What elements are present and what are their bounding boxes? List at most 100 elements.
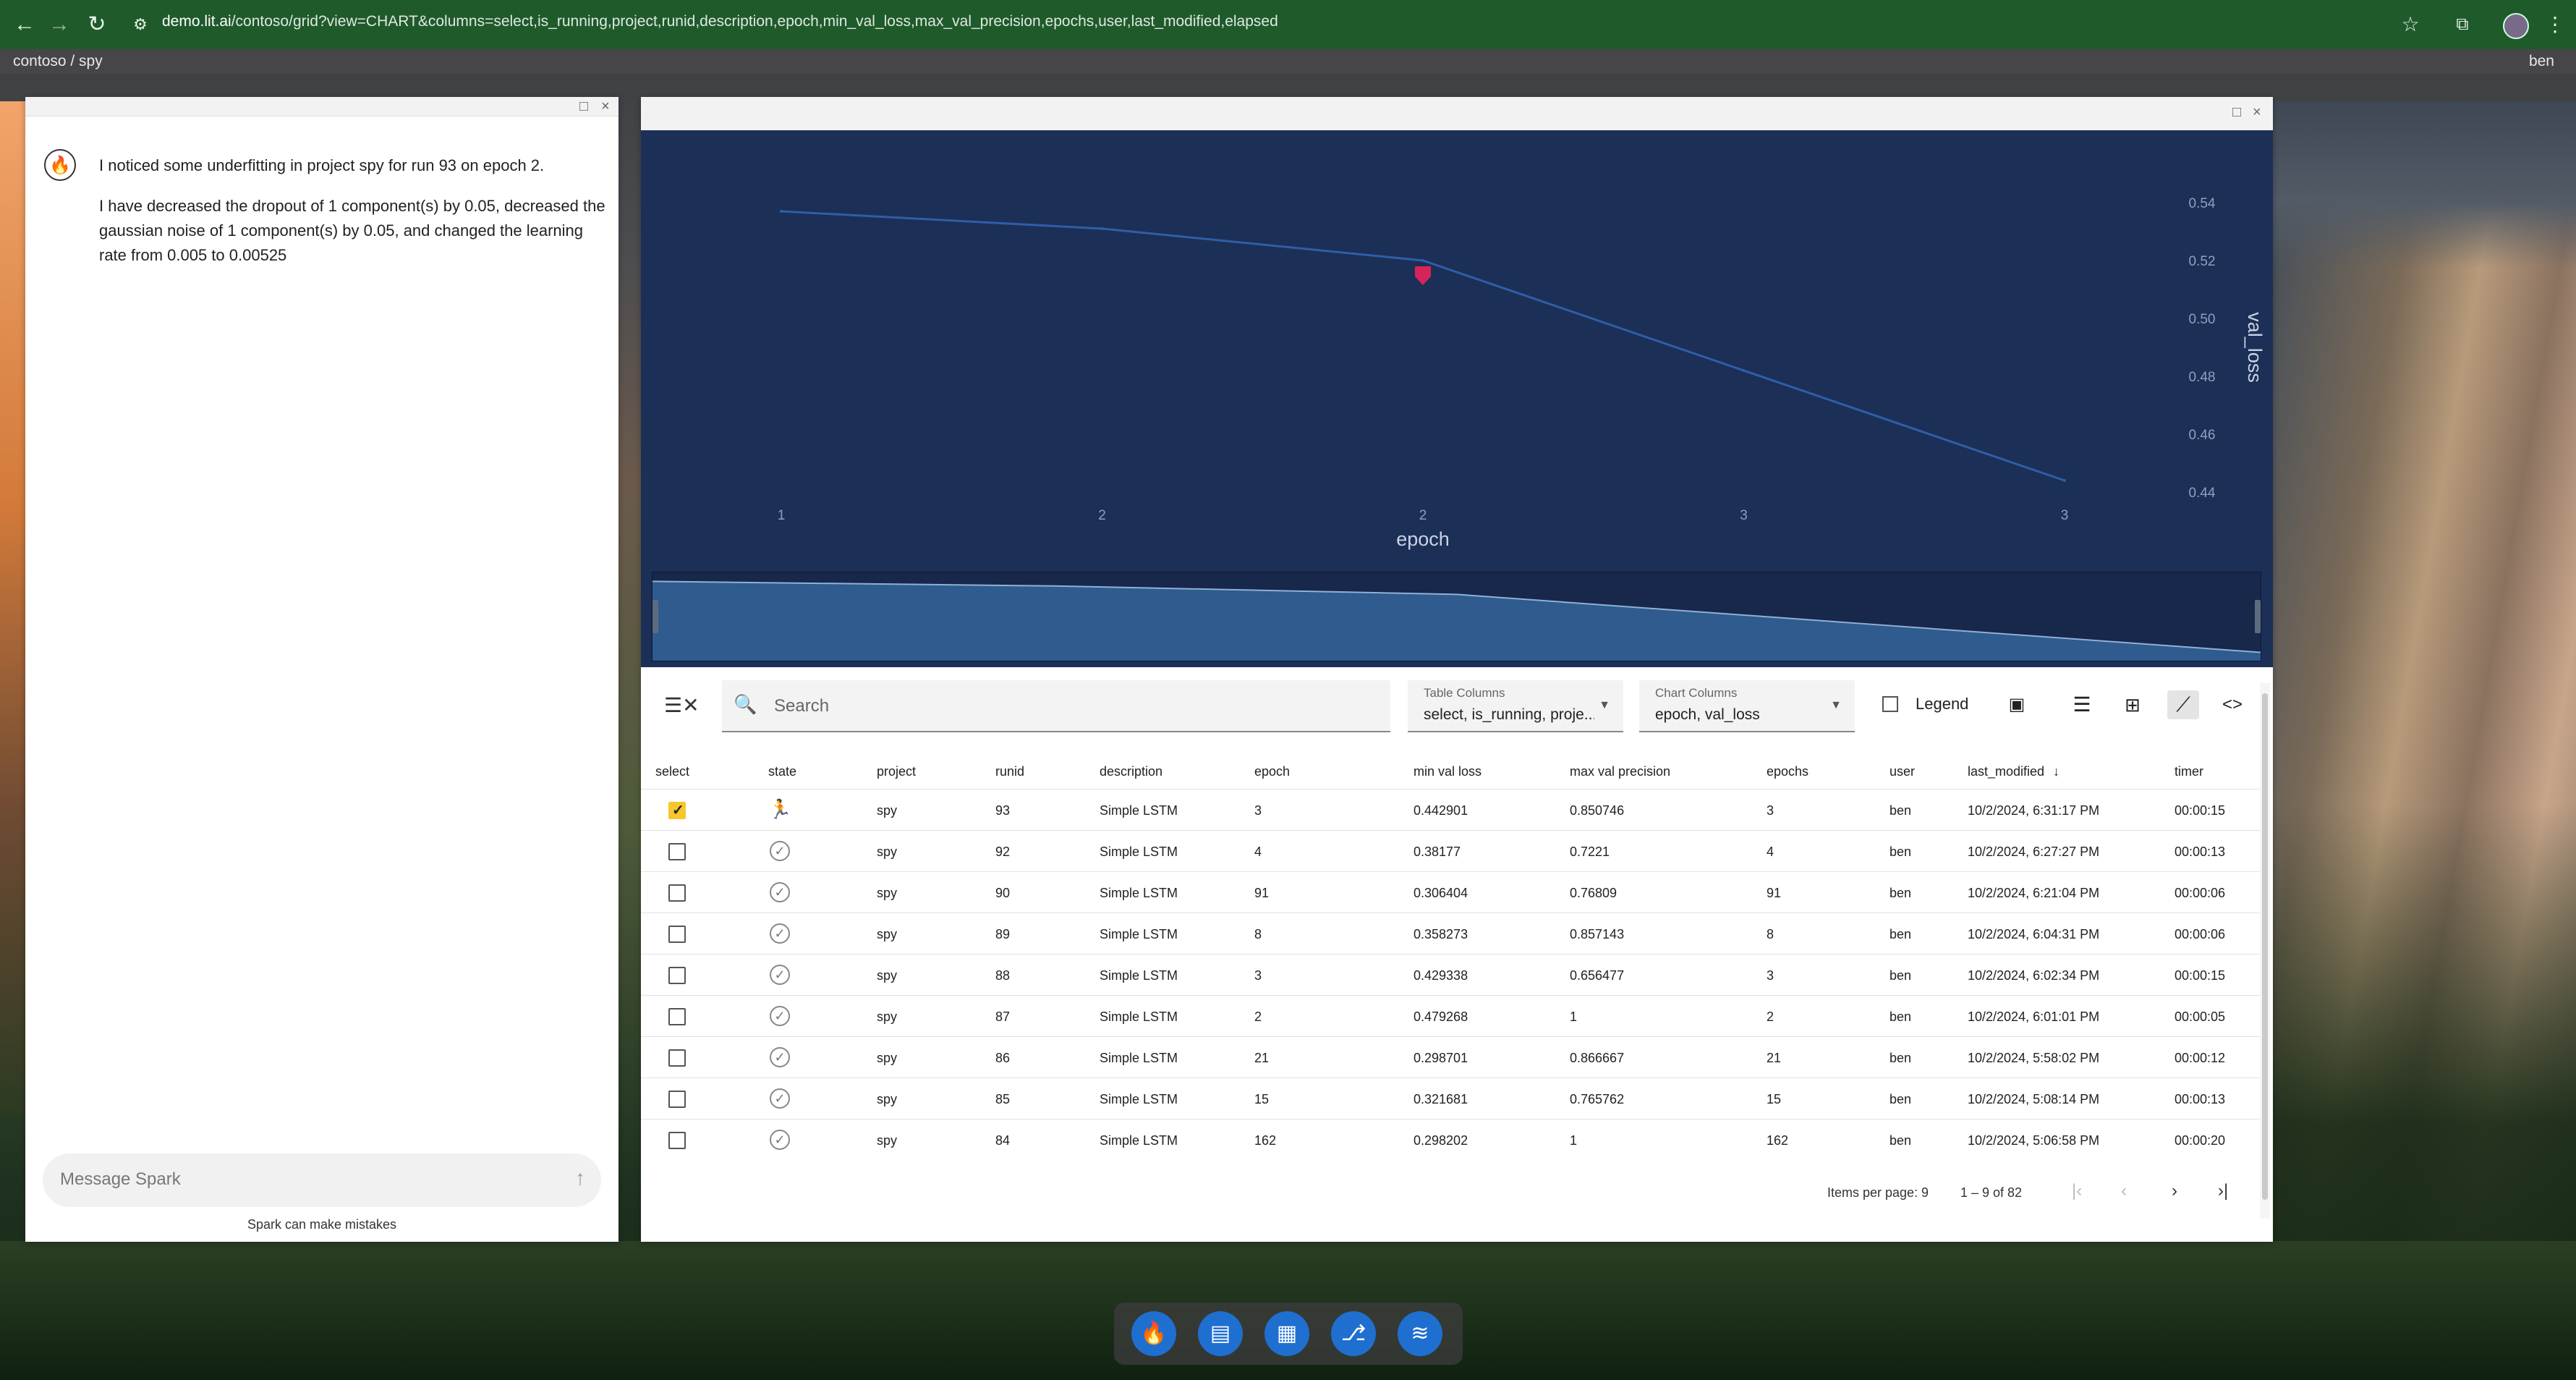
items-per-page-select[interactable]: 9 [1921, 1185, 1929, 1201]
back-icon[interactable]: ← [10, 10, 39, 39]
chart-range-navigator[interactable] [652, 572, 2261, 661]
row-select-checkbox[interactable] [668, 1132, 686, 1149]
first-page-icon[interactable]: |‹ [2072, 1181, 2082, 1201]
more-menu-icon[interactable]: ⋮ [2541, 10, 2569, 39]
cell-last-modified: 10/2/2024, 6:02:34 PM [1968, 968, 2100, 983]
table-row[interactable]: ✓ spy 88 Simple LSTM 3 0.429338 0.656477 3 ben 10… [641, 954, 2261, 996]
series-line [781, 210, 2065, 482]
table-columns-select[interactable]: Table Columns select, is_running, proje.… [1408, 680, 1623, 732]
reload-icon[interactable]: ↻ [82, 10, 111, 39]
navigator-area [652, 580, 2261, 661]
search-icon: 🔍 [734, 693, 757, 715]
cell-timer: 00:00:13 [2175, 1092, 2226, 1106]
row-select-checkbox[interactable] [668, 1008, 686, 1025]
table-row[interactable]: ✓ spy 85 Simple LSTM 15 0.321681 0.765762 15 ben… [641, 1078, 2261, 1119]
code-view-icon[interactable]: <> [2216, 690, 2248, 719]
chat-message-line: I have decreased the dropout of 1 compon… [99, 197, 605, 264]
chart-panel[interactable]: 1 2 2 3 3 0.54 0.52 0.50 0.48 0.46 0.44 epoch val_lo… [641, 130, 2273, 667]
search-input[interactable]: 🔍 Search [722, 680, 1390, 732]
table-row[interactable]: ✓ spy 89 Simple LSTM 8 0.358273 0.857143 8 ben 10… [641, 913, 2261, 954]
row-select-checkbox[interactable] [668, 884, 686, 902]
chart-columns-select[interactable]: Chart Columns epoch, val_loss ▼ [1639, 680, 1855, 732]
column-header[interactable]: select [655, 764, 689, 779]
navigator-fill [652, 581, 2261, 661]
row-select-checkbox[interactable] [668, 843, 686, 860]
column-header[interactable]: runid [995, 764, 1024, 779]
cell-project: spy [877, 886, 898, 900]
line-chart[interactable]: 1 2 2 3 3 0.54 0.52 0.50 0.48 0.46 0.44 epoch val_lo… [641, 130, 2273, 564]
column-header[interactable]: timer [2175, 764, 2203, 779]
cell-timer: 00:00:12 [2175, 1051, 2226, 1065]
close-icon[interactable]: × [2253, 104, 2261, 120]
column-header[interactable]: state [768, 764, 796, 779]
dashboard-icon[interactable]: ▦ [1264, 1311, 1309, 1356]
breadcrumb[interactable]: contoso / spy [13, 53, 103, 70]
maximize-icon[interactable]: □ [579, 98, 588, 114]
bookmark-star-icon[interactable]: ☆ [2396, 10, 2425, 39]
column-header[interactable]: epoch [1254, 764, 1290, 779]
cell-project: spy [877, 968, 898, 983]
cell-timer: 00:00:15 [2175, 968, 2226, 983]
row-select-checkbox[interactable] [668, 1049, 686, 1067]
row-select-checkbox[interactable] [668, 1091, 686, 1108]
cell-max-val-precision: 0.857143 [1570, 927, 1625, 941]
cell-last-modified: 10/2/2024, 6:21:04 PM [1968, 886, 2100, 900]
data-point [1100, 227, 1104, 230]
grid-report-icon[interactable]: ▤ [1198, 1311, 1243, 1356]
grid-view-icon[interactable]: ⊞ [2117, 690, 2148, 719]
forward-icon[interactable]: → [45, 10, 74, 39]
clear-filter-icon[interactable]: ☰✕ [664, 693, 700, 717]
table-scrollbar[interactable] [2260, 683, 2270, 1219]
table-row[interactable]: ✓ spy 92 Simple LSTM 4 0.38177 0.7221 4 ben 10/2/… [641, 830, 2261, 872]
table-row[interactable]: ✓ spy 84 Simple LSTM 162 0.298202 1 162 ben 10/2/… [641, 1119, 2261, 1161]
cell-timer: 00:00:20 [2175, 1133, 2226, 1148]
cell-max-val-precision: 0.7221 [1570, 844, 1610, 859]
table-row[interactable]: ✓ spy 90 Simple LSTM 91 0.306404 0.76809 91 ben 1… [641, 871, 2261, 913]
close-icon[interactable]: × [601, 98, 610, 114]
cell-last-modified: 10/2/2024, 6:31:17 PM [1968, 803, 2100, 818]
cell-epochs: 91 [1767, 886, 1782, 900]
cell-min-val-loss: 0.298202 [1414, 1133, 1468, 1148]
list-view-icon[interactable]: ☰ [2066, 690, 2098, 719]
send-arrow-icon[interactable]: ↑ [575, 1167, 585, 1190]
table-row[interactable]: ✓ spy 87 Simple LSTM 2 0.479268 1 2 ben 10/2/2024… [641, 995, 2261, 1037]
row-select-checkbox[interactable] [668, 801, 686, 819]
y-tick-label: 0.48 [2189, 370, 2216, 385]
tree-icon[interactable]: ⎇ [1331, 1311, 1376, 1356]
extensions-icon[interactable]: ⧉ [2448, 10, 2477, 39]
sort-arrow-down-icon[interactable]: ↓ [2053, 764, 2059, 779]
legend-checkbox[interactable] [1882, 696, 1898, 712]
column-header[interactable]: project [877, 764, 916, 779]
scrollbar-thumb[interactable] [2262, 693, 2268, 1200]
column-header[interactable]: max val precision [1570, 764, 1670, 779]
chart-view-icon[interactable]: ⟋ [2167, 690, 2199, 719]
site-info-icon[interactable]: ⚙ [126, 10, 155, 39]
cell-last-modified: 10/2/2024, 6:27:27 PM [1968, 844, 2100, 859]
column-header[interactable]: description [1100, 764, 1162, 779]
cell-max-val-precision: 0.656477 [1570, 968, 1625, 983]
wind-icon[interactable]: ≋ [1398, 1311, 1442, 1356]
terminal-icon[interactable]: ▣ [2001, 690, 2033, 719]
grid-toolbar: ☰✕ 🔍 Search Table Columns select, is_run… [641, 672, 2273, 737]
check-circle-icon: ✓ [770, 841, 790, 861]
flame-icon[interactable]: 🔥 [1131, 1311, 1176, 1356]
message-input[interactable]: Message Spark ↑ [43, 1153, 601, 1207]
last-page-icon[interactable]: ›| [2218, 1181, 2228, 1201]
row-select-checkbox[interactable] [668, 926, 686, 943]
maximize-icon[interactable]: □ [2232, 104, 2241, 120]
profile-avatar[interactable] [2503, 13, 2529, 39]
row-select-checkbox[interactable] [668, 967, 686, 984]
column-header[interactable]: user [1890, 764, 1915, 779]
previous-page-icon[interactable]: ‹ [2121, 1181, 2127, 1201]
table-row[interactable]: ✓ spy 86 Simple LSTM 21 0.298701 0.866667 21 ben… [641, 1036, 2261, 1078]
next-page-icon[interactable]: › [2172, 1181, 2177, 1201]
cell-epoch: 91 [1254, 886, 1270, 900]
column-header[interactable]: min val loss [1414, 764, 1482, 779]
user-name[interactable]: ben [2529, 53, 2554, 70]
cell-timer: 00:00:06 [2175, 927, 2226, 941]
check-circle-icon: ✓ [770, 1088, 790, 1109]
address-bar[interactable]: demo.lit.ai/contoso/grid?view=CHART&colu… [162, 13, 1278, 30]
column-header[interactable]: epochs [1767, 764, 1808, 779]
table-row[interactable]: 🏃 spy 93 Simple LSTM 3 0.442901 0.850746 3 ben 10… [641, 789, 2261, 831]
column-header[interactable]: last_modified [1968, 764, 2044, 779]
